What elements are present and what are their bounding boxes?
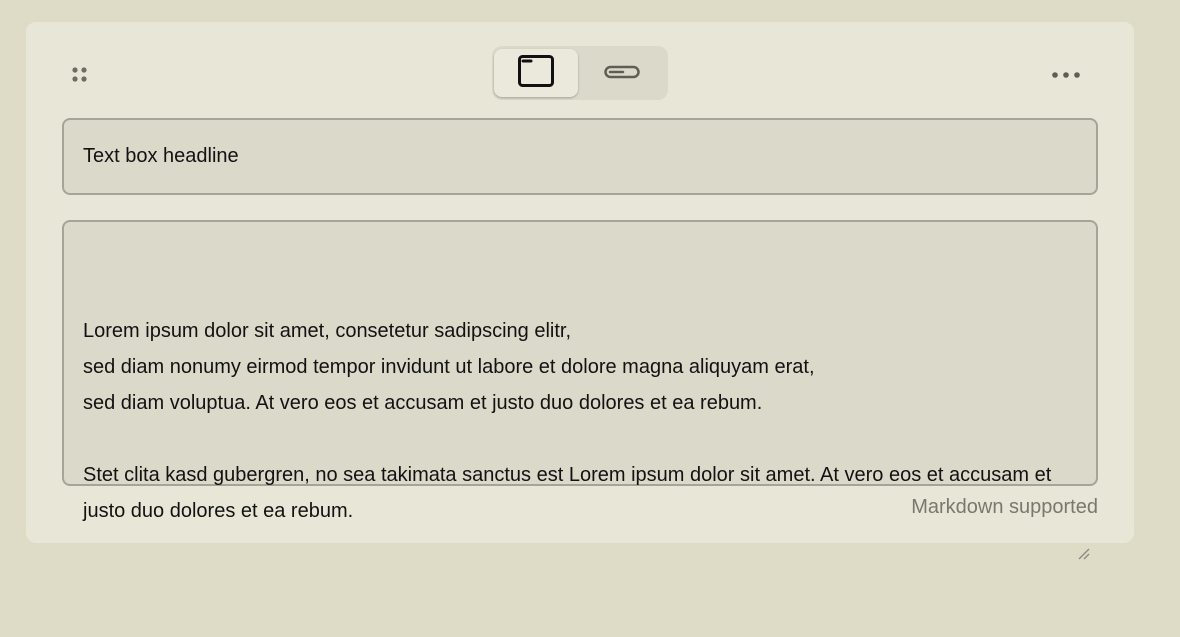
headline-input[interactable]: Text box headline xyxy=(62,118,1098,195)
more-horizontal-icon xyxy=(1051,64,1081,83)
headline-input-value: Text box headline xyxy=(83,145,239,167)
text-box-card: Text box headline Lorem ipsum dolor sit … xyxy=(26,22,1134,560)
layout-toggle xyxy=(492,46,668,100)
inline-bar-icon xyxy=(604,64,640,83)
layout-option-window[interactable] xyxy=(494,49,578,97)
window-icon xyxy=(518,55,554,91)
body-textarea[interactable]: Lorem ipsum dolor sit amet, consetetur s… xyxy=(62,220,1098,560)
resize-grip-icon[interactable] xyxy=(1076,464,1090,560)
layout-option-inline[interactable] xyxy=(580,49,664,97)
more-options-button[interactable] xyxy=(1048,62,1084,84)
drag-handle-icon[interactable] xyxy=(70,64,90,84)
markdown-hint: Markdown supported xyxy=(911,496,1098,518)
